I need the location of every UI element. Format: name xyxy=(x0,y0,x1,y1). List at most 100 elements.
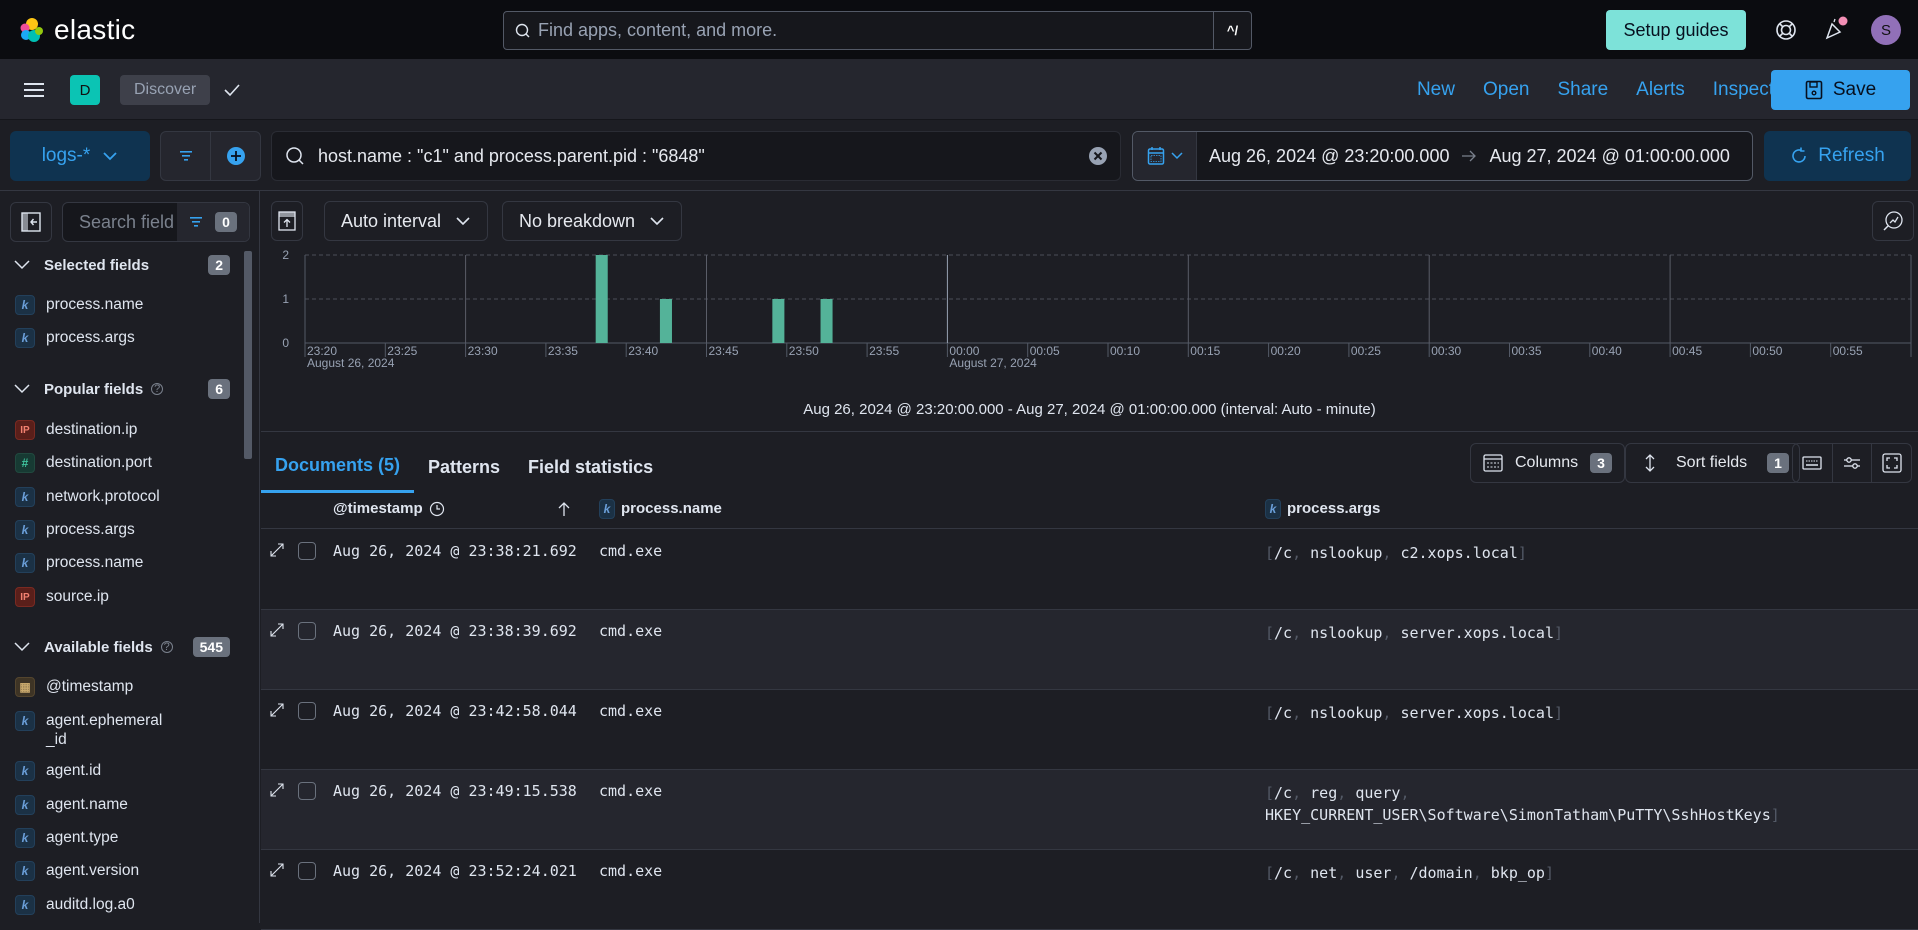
field-item[interactable]: k agent.type xyxy=(15,828,185,848)
chart-options-button[interactable] xyxy=(1872,201,1914,241)
share-link[interactable]: Share xyxy=(1557,79,1608,101)
field-item[interactable]: k agent.ephemeral_id xyxy=(15,711,165,749)
field-item[interactable]: ▦ @timestamp xyxy=(15,677,185,697)
main-panel: Auto interval No breakdown 0 1 2 23:20 23:25… xyxy=(261,191,1918,930)
menu-icon[interactable] xyxy=(22,78,46,102)
section-title: Selected fields xyxy=(44,256,150,274)
start-date[interactable]: Aug 26, 2024 @ 23:20:00.000 xyxy=(1209,146,1449,167)
column-header-timestamp[interactable]: @timestamp xyxy=(333,500,445,517)
end-date[interactable]: Aug 27, 2024 @ 01:00:00.000 xyxy=(1489,146,1729,167)
elastic-logo[interactable]: elastic xyxy=(18,14,135,46)
news-feed-icon[interactable] xyxy=(1822,16,1848,42)
selected-fields-header[interactable]: Selected fields 2 xyxy=(14,255,230,275)
column-header-process-name[interactable]: k process.name xyxy=(599,498,722,519)
field-item[interactable]: k agent.id xyxy=(15,761,185,781)
row-checkbox[interactable] xyxy=(298,862,316,880)
field-item[interactable]: k process.args xyxy=(15,328,185,348)
collapse-sidebar-button[interactable] xyxy=(10,202,52,242)
ip-type-icon: IP xyxy=(15,587,35,607)
inspect-link[interactable]: Inspect xyxy=(1713,79,1774,101)
new-link[interactable]: New xyxy=(1417,79,1455,101)
help-icon[interactable] xyxy=(1774,18,1798,42)
chart-toggle-icon xyxy=(278,211,296,231)
tab-patterns[interactable]: Patterns xyxy=(414,441,514,493)
histogram-bar xyxy=(772,299,785,343)
sort-fields-button[interactable]: Sort fields 1 xyxy=(1625,443,1800,483)
expand-row-icon[interactable] xyxy=(269,862,285,883)
arg-separator: , xyxy=(1472,864,1491,882)
row-checkbox[interactable] xyxy=(298,542,316,560)
setup-guides-button[interactable]: Setup guides xyxy=(1606,10,1746,50)
clock-icon xyxy=(429,501,444,516)
columns-button[interactable]: Columns 3 xyxy=(1470,443,1625,483)
help-tooltip-icon[interactable]: ? xyxy=(160,641,173,653)
tab-documents[interactable]: Documents (5) xyxy=(261,441,415,493)
table-row[interactable]: Aug 26, 2024 @ 23:38:39.692 cmd.exe [/c, n… xyxy=(261,610,1918,690)
x-date-label: August 26, 2024 xyxy=(307,356,395,370)
keyboard-shortcuts-button[interactable] xyxy=(1793,444,1833,482)
global-search-input[interactable]: Find apps, content, and more. ^/ xyxy=(503,11,1252,50)
quick-menu-button[interactable] xyxy=(1133,132,1197,180)
user-avatar[interactable]: S xyxy=(1871,15,1901,45)
toggle-chart-button[interactable] xyxy=(271,201,303,241)
display-settings-button[interactable] xyxy=(1833,444,1873,482)
space-badge[interactable]: D xyxy=(70,75,100,105)
field-item[interactable]: IP source.ip xyxy=(15,587,185,607)
sort-ascending-icon[interactable] xyxy=(557,501,571,517)
arg-value: server.xops.local xyxy=(1400,704,1554,722)
tab-field-statistics[interactable]: Field statistics xyxy=(514,441,667,493)
section-title: Available fields xyxy=(44,638,153,656)
field-item[interactable]: IP destination.ip xyxy=(15,420,185,440)
field-item[interactable]: k process.args xyxy=(15,520,185,540)
expand-row-icon[interactable] xyxy=(269,782,285,803)
popular-fields-header[interactable]: Popular fields ? 6 xyxy=(14,379,230,399)
kql-query-input[interactable]: host.name : "c1" and process.parent.pid … xyxy=(271,131,1121,181)
field-name: agent.ephemeral_id xyxy=(46,712,163,748)
alerts-link[interactable]: Alerts xyxy=(1636,79,1685,101)
interval-dropdown[interactable]: Auto interval xyxy=(324,201,489,241)
clear-query-icon[interactable] xyxy=(1088,146,1108,166)
column-header-process-args[interactable]: k process.args xyxy=(1265,498,1380,519)
row-checkbox[interactable] xyxy=(298,702,316,720)
timestamp-cell: Aug 26, 2024 @ 23:38:21.692 xyxy=(333,542,577,560)
sidebar-scrollbar[interactable] xyxy=(244,251,252,459)
save-button[interactable]: Save xyxy=(1771,70,1910,110)
row-checkbox[interactable] xyxy=(298,622,316,640)
field-search[interactable]: Search field names 0 xyxy=(62,202,250,242)
field-item[interactable]: k agent.version xyxy=(15,861,185,881)
process-name-cell: cmd.exe xyxy=(599,862,663,880)
calendar-icon xyxy=(1147,147,1164,165)
refresh-button[interactable]: Refresh xyxy=(1764,131,1911,181)
available-fields-header[interactable]: Available fields ? 545 xyxy=(14,637,230,657)
breadcrumb-discover[interactable]: Discover xyxy=(120,75,211,105)
field-item[interactable]: k network.protocol xyxy=(15,487,185,507)
table-row[interactable]: Aug 26, 2024 @ 23:49:15.538 cmd.exe [/c, r… xyxy=(261,770,1918,850)
fullscreen-button[interactable] xyxy=(1872,444,1911,482)
field-search-input[interactable]: Search field names xyxy=(63,203,177,241)
filter-menu-button[interactable] xyxy=(161,132,211,180)
help-tooltip-icon[interactable]: ? xyxy=(151,383,164,395)
field-item[interactable]: k agent.name xyxy=(15,795,185,815)
arg-value: /c xyxy=(1274,704,1293,722)
add-filter-button[interactable] xyxy=(211,132,260,180)
open-link[interactable]: Open xyxy=(1483,79,1529,101)
expand-row-icon[interactable] xyxy=(269,622,285,643)
field-item[interactable]: k process.name xyxy=(15,295,185,315)
table-row[interactable]: Aug 26, 2024 @ 23:38:21.692 cmd.exe [/c, n… xyxy=(261,530,1918,610)
field-item[interactable]: k auditd.log.a0 xyxy=(15,895,185,915)
expand-row-icon[interactable] xyxy=(269,542,285,563)
refresh-icon xyxy=(1792,147,1807,163)
field-item[interactable]: k process.name xyxy=(15,553,185,573)
breakdown-dropdown[interactable]: No breakdown xyxy=(502,201,683,241)
table-row[interactable]: Aug 26, 2024 @ 23:52:24.021 cmd.exe [/c, n… xyxy=(261,850,1918,930)
row-checkbox[interactable] xyxy=(298,782,316,800)
data-view-picker[interactable]: logs-* xyxy=(10,131,150,181)
field-item[interactable]: # destination.port xyxy=(15,453,185,473)
grid-display-controls xyxy=(1792,443,1912,483)
arg-separator: , xyxy=(1292,624,1311,642)
expand-row-icon[interactable] xyxy=(269,702,285,723)
field-name: @timestamp xyxy=(46,678,134,695)
field-type-filter-button[interactable]: 0 xyxy=(177,203,249,241)
table-row[interactable]: Aug 26, 2024 @ 23:42:58.044 cmd.exe [/c, n… xyxy=(261,690,1918,770)
keyword-type-icon: k xyxy=(15,861,35,881)
